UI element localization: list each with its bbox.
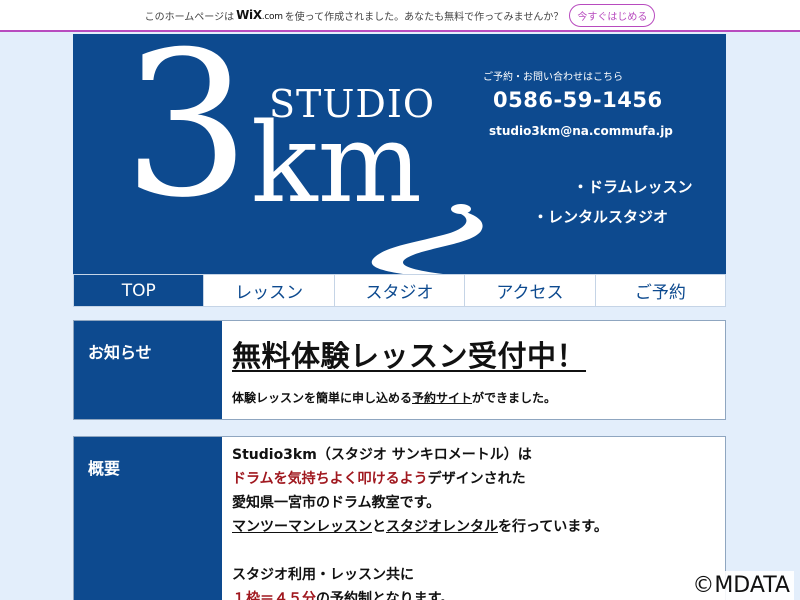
wix-banner: このホームページは WiX.com を使って作成されました。あなたも無料で作って… [0,0,800,32]
notice-label: お知らせ [74,321,222,419]
overview-line-3: 愛知県一宮市のドラム教室です。 [232,495,441,511]
overview-line-6: １枠＝４５分の予約制となります。 [232,587,715,600]
overview-line-6-rest: の予約制となります。 [316,591,455,600]
overview-label: 概要 [74,437,222,600]
main-nav: TOP レッスン スタジオ アクセス ご予約 [73,274,726,307]
overview-line-4: マンツーマンレッスンとスタジオレンタルを行っています。 [232,515,715,539]
nav-reservation[interactable]: ご予約 [596,275,725,306]
notice-body: 無料体験レッスン受付中！ 体験レッスンを簡単に申し込める予約サイトができました。 [222,321,725,419]
service-drum-lesson: ・ドラムレッスン [573,178,693,196]
mantoman-lesson-link[interactable]: マンツーマンレッスン [232,519,372,535]
overview-body: Studio3km（スタジオ サンキロメートル）は ドラムを気持ちよく叩けるよう… [222,437,725,600]
email-address[interactable]: studio3km@na.commufa.jp [489,124,673,138]
overview-line-1: Studio3km（スタジオ サンキロメートル）は [232,447,532,463]
service-rental-studio: ・レンタルスタジオ [533,208,669,226]
overview-section: 概要 Studio3km（スタジオ サンキロメートル）は ドラムを気持ちよく叩け… [73,436,726,600]
watermark: ©MDATA [688,571,794,600]
wix-logo[interactable]: WiX.com [236,8,283,22]
contact-note: ご予約・お問い合わせはこちら [483,72,623,83]
overview-line-2-rest: デザインされた [427,471,526,487]
studio-rental-link[interactable]: スタジオレンタル [386,519,498,535]
nav-lesson[interactable]: レッスン [204,275,335,306]
wix-logo-suffix: .com [261,12,283,22]
nav-access[interactable]: アクセス [465,275,596,306]
nav-top[interactable]: TOP [74,275,205,306]
overview-line-2-highlight: ドラムを気持ちよく叩けるよう [232,471,428,487]
notice-headline: 無料体験レッスン受付中！ [232,339,587,373]
overview-line-4-rest: を行っています。 [498,519,608,535]
notice-text-after: ができました。 [472,391,557,405]
wix-banner-text-before: このホームページは [144,11,235,23]
overview-line-4-mid: と [372,519,386,535]
site-header: 3 STUDIO km ご予約・お問い合わせはこちら 0586-59-1456 … [73,34,726,274]
phone-number[interactable]: 0586-59-1456 [493,88,663,112]
reservation-site-link[interactable]: 予約サイト [412,391,472,405]
overview-line-2: ドラムを気持ちよく叩けるようデザインされた [232,467,715,491]
nav-studio[interactable]: スタジオ [335,275,466,306]
road-graphic [371,204,483,274]
notice-text-before: 体験レッスンを簡単に申し込める [232,391,413,405]
rock-icon [451,204,471,214]
logo-number: 3 [123,34,251,242]
overview-line-5: スタジオ利用・レッスン共に [232,567,414,583]
wix-logo-text: WiX [236,8,262,22]
wix-start-button[interactable]: 今すぐはじめる [569,3,656,27]
wix-banner-text-after: を使って作成されました。あなたも無料で作ってみませんか？ [284,11,564,23]
notice-text: 体験レッスンを簡単に申し込める予約サイトができました。 [232,389,715,406]
notice-section: お知らせ 無料体験レッスン受付中！ 体験レッスンを簡単に申し込める予約サイトがで… [73,320,726,420]
overview-line-6-highlight: １枠＝４５分 [232,591,316,600]
